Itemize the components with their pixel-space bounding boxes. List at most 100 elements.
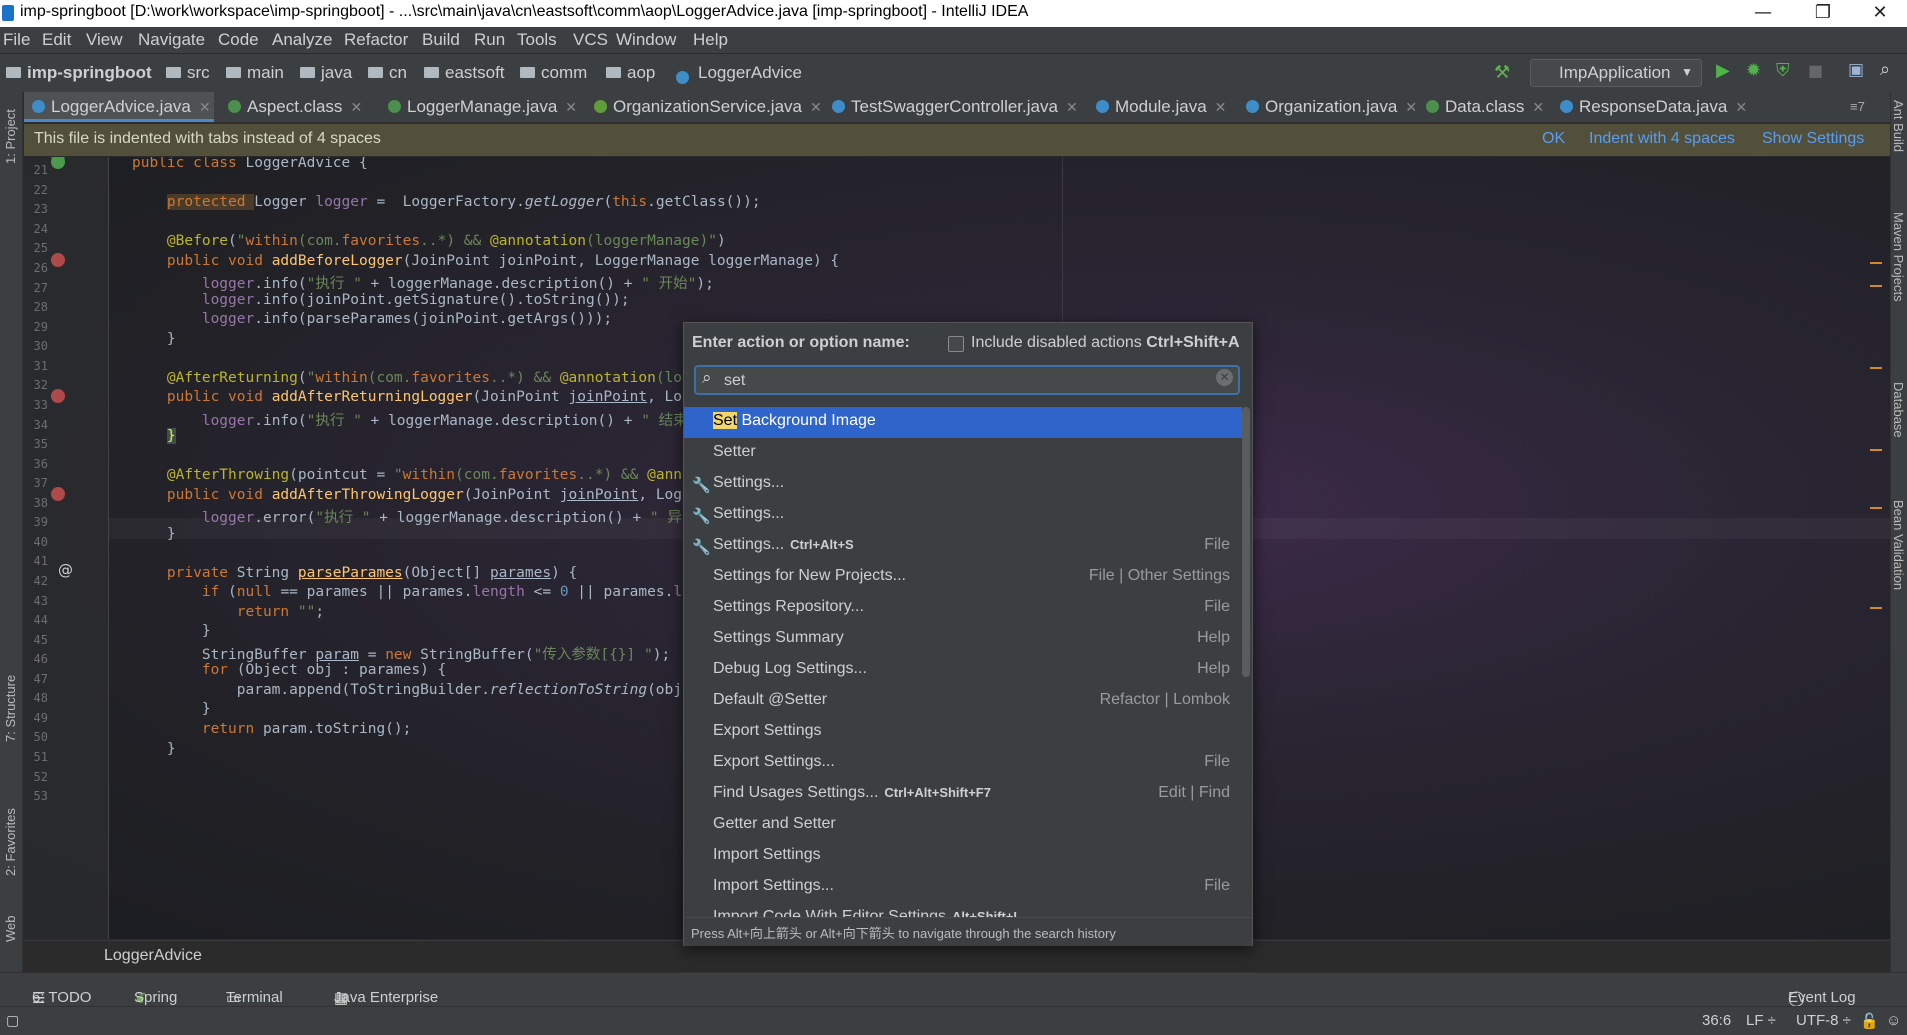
menu-run[interactable]: Run xyxy=(474,30,505,50)
close-tab-icon[interactable]: ✕ xyxy=(1066,99,1078,115)
maven-projects-tool-button[interactable]: Maven Projects xyxy=(1891,212,1906,302)
toggle-tool-windows-icon[interactable]: ▢ xyxy=(6,1012,19,1029)
search-everywhere-icon[interactable]: ⌕ xyxy=(1880,59,1890,80)
menu-tools[interactable]: Tools xyxy=(517,30,557,50)
close-tab-icon[interactable]: ✕ xyxy=(565,99,577,115)
database-tool-button[interactable]: Database xyxy=(1891,382,1906,438)
close-tab-icon[interactable]: ✕ xyxy=(1215,99,1227,115)
menu-navigate[interactable]: Navigate xyxy=(138,30,205,50)
breadcrumb-cn[interactable]: cn xyxy=(368,63,407,83)
include-disabled-checkbox[interactable] xyxy=(948,336,964,352)
action-result-item[interactable]: Export Settings xyxy=(684,717,1242,748)
action-result-item[interactable]: 🔧 Settings... xyxy=(684,500,1242,531)
include-disabled-label[interactable]: Include disabled actions Ctrl+Shift+A xyxy=(971,334,1240,352)
show-settings-link[interactable]: Show Settings xyxy=(1762,130,1864,148)
menu-window[interactable]: Window xyxy=(616,30,676,50)
bean-gutter-icon[interactable] xyxy=(51,157,65,169)
close-tab-icon[interactable]: ✕ xyxy=(1532,99,1544,115)
action-result-item[interactable]: 🔧 Settings... xyxy=(684,469,1242,500)
annotation-gutter-icon[interactable]: @ xyxy=(58,561,73,579)
action-search-box[interactable]: ⌕ ✕ xyxy=(694,365,1240,395)
tab-module[interactable]: Module.java ✕ xyxy=(1088,92,1226,122)
structure-tool-button[interactable]: 7: Structure xyxy=(3,675,18,742)
action-result-item[interactable]: Debug Log Settings... Help xyxy=(684,655,1242,686)
line-separator[interactable]: LF ÷ xyxy=(1746,1012,1776,1029)
run-icon[interactable]: ▶ xyxy=(1716,60,1730,81)
action-result-item[interactable]: Import Code With Editor Settings Alt+Shif… xyxy=(684,903,1242,917)
action-result-item[interactable]: Getter and Setter xyxy=(684,810,1242,841)
project-tool-button[interactable]: 1: Project xyxy=(3,109,18,164)
debug-icon[interactable]: ✹ xyxy=(1746,60,1761,81)
menu-help[interactable]: Help xyxy=(693,30,728,50)
menu-refactor[interactable]: Refactor xyxy=(344,30,408,50)
action-result-item[interactable]: Settings Summary Help xyxy=(684,624,1242,655)
breadcrumb-main[interactable]: main xyxy=(226,63,284,83)
action-result-item[interactable]: Default @Setter Refactor | Lombok xyxy=(684,686,1242,717)
close-tab-icon[interactable]: ✕ xyxy=(1405,99,1417,115)
tab-responsedata[interactable]: ResponseData.java ✕ xyxy=(1552,92,1747,122)
menu-analyze[interactable]: Analyze xyxy=(272,30,332,50)
maximize-button[interactable]: ❐ xyxy=(1796,0,1850,27)
indent-with-spaces-link[interactable]: Indent with 4 spaces xyxy=(1589,130,1735,148)
tab-loggeradvice[interactable]: LoggerAdvice.java ✕ xyxy=(24,92,214,122)
project-structure-icon[interactable]: ▣ xyxy=(1848,60,1864,80)
action-result-item[interactable]: Export Settings... File xyxy=(684,748,1242,779)
clear-search-icon[interactable]: ✕ xyxy=(1216,369,1233,386)
tab-data[interactable]: Data.class ✕ xyxy=(1418,92,1544,122)
tab-testswaggercontroller[interactable]: TestSwaggerController.java ✕ xyxy=(824,92,1078,122)
breadcrumb-src[interactable]: src xyxy=(166,63,210,83)
action-results-list[interactable]: Set Background Image Setter 🔧 Settings... 🔧 S… xyxy=(684,407,1252,917)
menu-file[interactable]: File xyxy=(3,30,30,50)
file-encoding[interactable]: UTF-8 ÷ xyxy=(1796,1012,1851,1029)
stop-icon[interactable]: ■ xyxy=(1808,61,1823,80)
menu-view[interactable]: View xyxy=(86,30,123,50)
minimize-button[interactable]: — xyxy=(1736,0,1790,27)
close-tab-icon[interactable]: ✕ xyxy=(810,99,822,115)
caret-position[interactable]: 36:6 xyxy=(1702,1012,1731,1029)
bean-validation-tool-button[interactable]: Bean Validation xyxy=(1891,500,1906,590)
tab-organization[interactable]: Organization.java ✕ xyxy=(1238,92,1417,122)
coverage-icon[interactable]: ⛨ xyxy=(1776,60,1790,81)
close-tab-icon[interactable]: ✕ xyxy=(1735,99,1747,115)
action-result-item[interactable]: Setter xyxy=(684,438,1242,469)
menu-code[interactable]: Code xyxy=(218,30,259,50)
tab-aspect[interactable]: Aspect.class ✕ xyxy=(220,92,362,122)
tab-loggermanage[interactable]: LoggerManage.java ✕ xyxy=(380,92,577,122)
ant-build-tool-button[interactable]: Ant Build xyxy=(1891,100,1906,152)
action-search-input[interactable] xyxy=(722,370,1206,392)
advice-gutter-icon[interactable] xyxy=(51,253,65,267)
action-result-item[interactable]: Settings for New Projects... File | Other… xyxy=(684,562,1242,593)
breadcrumb-class[interactable]: LoggerAdvice xyxy=(676,63,802,84)
breadcrumb-java[interactable]: java xyxy=(300,63,352,83)
results-scrollbar[interactable] xyxy=(1242,407,1250,677)
inspector-icon[interactable]: ☺ xyxy=(1886,1012,1901,1029)
action-result-item[interactable]: Set Background Image xyxy=(684,407,1242,438)
close-tab-icon[interactable]: ✕ xyxy=(350,99,362,115)
lock-icon[interactable]: 🔓 xyxy=(1860,1012,1879,1030)
action-result-item[interactable]: Find Usages Settings... Ctrl+Alt+Shift+F7… xyxy=(684,779,1242,810)
advice-gutter-icon[interactable] xyxy=(51,487,65,501)
ok-link[interactable]: OK xyxy=(1542,130,1565,148)
favorites-tool-button[interactable]: 2: Favorites xyxy=(3,808,18,876)
web-tool-button[interactable]: Web xyxy=(3,916,18,943)
menu-edit[interactable]: Edit xyxy=(42,30,71,50)
tab-overflow-button[interactable]: ≡7 xyxy=(1850,92,1865,122)
close-button[interactable]: ✕ xyxy=(1853,0,1907,27)
action-result-item[interactable]: 🔧 Settings... Ctrl+Alt+S File xyxy=(684,531,1242,562)
editor-gutter[interactable]: 21 22 23 24 25 26 27 28 29 30 31 32 33 3… xyxy=(24,157,109,939)
run-configuration-select[interactable]: ImpApplication ▼ xyxy=(1530,59,1702,87)
action-result-item[interactable]: Import Settings... File xyxy=(684,872,1242,903)
close-tab-icon[interactable]: ✕ xyxy=(199,99,211,115)
action-result-item[interactable]: Settings Repository... File xyxy=(684,593,1242,624)
breadcrumb-comm[interactable]: comm xyxy=(520,63,587,83)
breadcrumb-eastsoft[interactable]: eastsoft xyxy=(424,63,505,83)
menu-build[interactable]: Build xyxy=(422,30,460,50)
menu-vcs[interactable]: VCS xyxy=(573,30,608,50)
editor-breadcrumb-class[interactable]: LoggerAdvice xyxy=(104,947,202,965)
action-result-item[interactable]: Import Settings xyxy=(684,841,1242,872)
breadcrumb-project[interactable]: imp-springboot xyxy=(6,63,152,83)
build-hammer-icon[interactable]: ⚒ xyxy=(1494,62,1510,83)
breadcrumb-aop[interactable]: aop xyxy=(606,63,655,83)
advice-gutter-icon[interactable] xyxy=(51,389,65,403)
tab-organizationservice[interactable]: OrganizationService.java ✕ xyxy=(586,92,822,122)
